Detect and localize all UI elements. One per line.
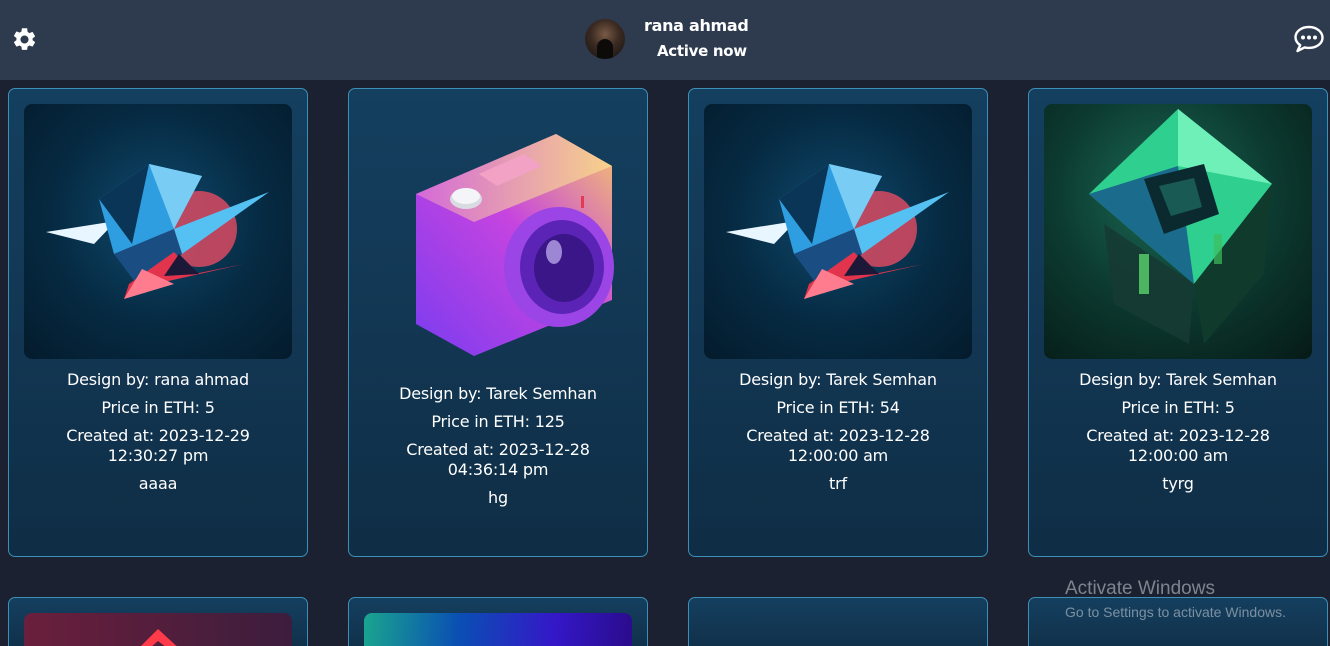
created-label: Created at: 2023-12-28 04:36:14 pm (406, 439, 590, 480)
description-label: hg (488, 488, 508, 508)
card-info: Design by: Tarek Semhan Price in ETH: 12… (349, 384, 647, 516)
price-label: Price in ETH: 125 (431, 411, 565, 431)
nft-card[interactable] (8, 597, 308, 646)
nft-card[interactable] (348, 597, 648, 646)
settings-button[interactable] (11, 26, 38, 53)
card-info: Design by: Tarek Semhan Price in ETH: 5 … (1029, 370, 1327, 502)
created-label: Created at: 2023-12-28 12:00:00 am (746, 425, 930, 466)
user-name: rana ahmad (644, 16, 749, 35)
created-label: Created at: 2023-12-28 12:00:00 am (1086, 425, 1270, 466)
artwork-image (704, 613, 972, 646)
chat-button[interactable] (1293, 24, 1325, 54)
nft-card[interactable]: Design by: Tarek Semhan Price in ETH: 12… (348, 88, 648, 557)
description-label: aaaa (138, 474, 178, 494)
artwork-image (1044, 104, 1312, 359)
designer-label: Design by: Tarek Semhan (399, 384, 597, 403)
price-label: Price in ETH: 54 (776, 397, 900, 417)
nft-card[interactable]: Design by: Tarek Semhan Price in ETH: 5 … (1028, 88, 1328, 557)
nft-card[interactable]: Design by: Tarek Semhan Price in ETH: 54… (688, 88, 988, 557)
card-info: Design by: rana ahmad Price in ETH: 5 Cr… (9, 370, 307, 502)
designer-label: Design by: Tarek Semhan (739, 370, 937, 389)
artwork-image (364, 104, 632, 359)
top-bar: rana ahmad Active now (0, 0, 1330, 80)
description-label: tyrg (1162, 474, 1194, 494)
artwork-image (24, 104, 292, 359)
user-status: Active now (657, 42, 747, 60)
artwork-image (704, 104, 972, 359)
chat-bubble-icon (1294, 25, 1324, 53)
created-label: Created at: 2023-12-29 12:30:27 pm (66, 425, 250, 466)
designer-label: Design by: Tarek Semhan (1079, 370, 1277, 389)
price-label: Price in ETH: 5 (1121, 397, 1235, 417)
nft-card[interactable]: Design by: rana ahmad Price in ETH: 5 Cr… (8, 88, 308, 557)
nft-card[interactable] (688, 597, 988, 646)
artwork-image (364, 613, 632, 646)
gear-icon (13, 28, 36, 50)
description-label: trf (829, 474, 847, 494)
card-info: Design by: Tarek Semhan Price in ETH: 54… (689, 370, 987, 502)
designer-label: Design by: rana ahmad (67, 370, 249, 389)
user-avatar[interactable] (585, 19, 625, 59)
windows-activation-title: Activate Windows (1065, 578, 1215, 599)
price-label: Price in ETH: 5 (101, 397, 215, 417)
windows-activation-subtitle: Go to Settings to activate Windows. (1065, 604, 1286, 620)
artwork-image (24, 613, 292, 646)
